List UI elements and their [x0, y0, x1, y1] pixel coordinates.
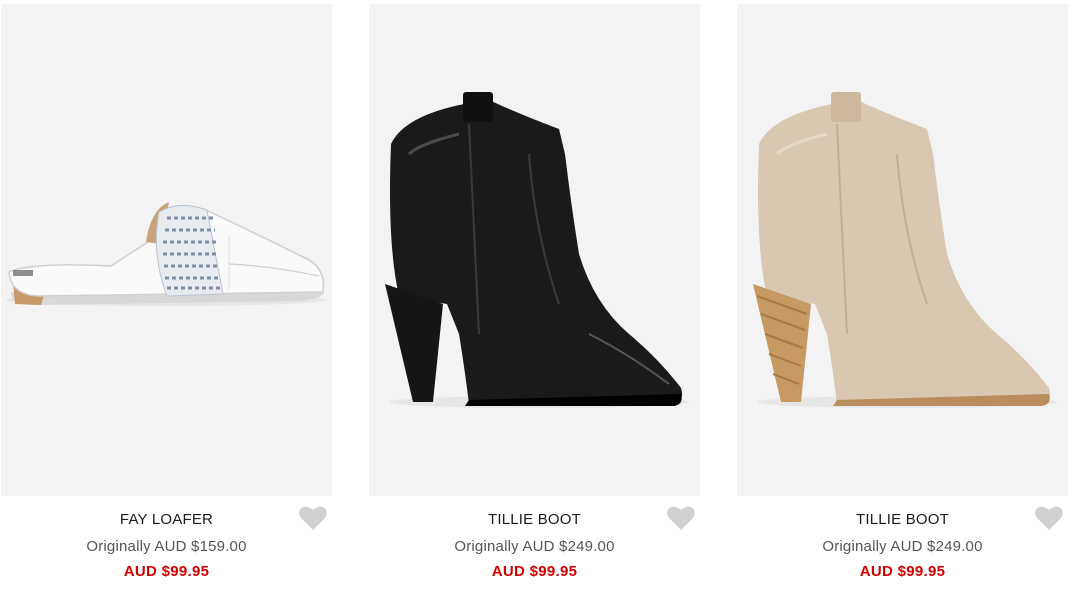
heart-icon [667, 506, 695, 530]
wishlist-button[interactable] [666, 504, 696, 532]
product-card[interactable]: TILLIE BOOT Originally AUD $249.00 AUD $… [369, 4, 700, 604]
white-loafer-mule-image [6, 202, 326, 306]
original-price: Originally AUD $159.00 [86, 538, 247, 555]
product-card[interactable]: FAY LOAFER Originally AUD $159.00 AUD $9… [1, 4, 332, 604]
sale-price: AUD $99.95 [123, 563, 210, 580]
product-card[interactable]: TILLIE BOOT Originally AUD $249.00 AUD $… [737, 4, 1068, 604]
wishlist-button[interactable] [1034, 504, 1064, 532]
original-price: Originally AUD $249.00 [822, 538, 983, 555]
sale-price: AUD $99.95 [859, 563, 946, 580]
product-name[interactable]: FAY LOAFER [1, 511, 332, 528]
original-price: Originally AUD $249.00 [454, 538, 615, 555]
beige-suede-ankle-boot-image [753, 92, 1057, 408]
heart-icon [299, 506, 327, 530]
product-name[interactable]: TILLIE BOOT [737, 511, 1068, 528]
black-ankle-boot-image [385, 92, 689, 408]
heart-icon [1035, 506, 1063, 530]
product-name[interactable]: TILLIE BOOT [369, 511, 700, 528]
product-image[interactable] [369, 4, 700, 496]
sale-price: AUD $99.95 [491, 563, 578, 580]
wishlist-button[interactable] [298, 504, 328, 532]
product-grid: FAY LOAFER Originally AUD $159.00 AUD $9… [0, 0, 1074, 611]
product-image[interactable] [737, 4, 1068, 496]
product-image[interactable] [1, 4, 332, 496]
